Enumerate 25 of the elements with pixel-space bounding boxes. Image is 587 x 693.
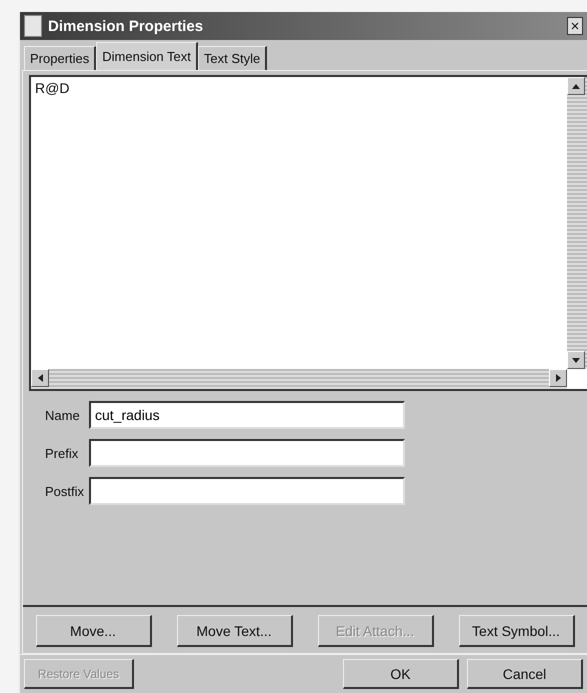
text-field[interactable] [89,477,405,505]
close-button[interactable]: × [567,17,583,35]
field-label: Prefix [45,446,80,460]
dialog-button[interactable]: Move Text... [176,615,292,647]
window-title: Dimension Properties [48,18,204,34]
tab[interactable]: Text Style [198,46,268,70]
text-area[interactable]: R@D [29,75,587,391]
scroll-up-icon[interactable] [567,77,585,95]
field-label: Name [45,408,81,422]
scroll-down-icon[interactable] [567,351,585,369]
dialog-button[interactable]: Text Symbol... [458,615,574,647]
dialog-button[interactable]: Move... [36,615,152,647]
tab[interactable]: Dimension Text [96,42,198,70]
horizontal-scrollbar[interactable] [31,369,567,389]
window-icon [24,15,42,37]
scroll-left-icon[interactable] [31,369,49,387]
text-value: R@D [34,79,70,98]
tab[interactable]: Properties [24,46,96,70]
dialog-button[interactable]: Cancel [467,659,583,689]
text-field[interactable]: cut_radius [89,401,405,429]
field-label: Postfix [45,484,86,498]
text-field[interactable] [89,439,405,467]
dialog-button[interactable]: OK [343,659,459,689]
vertical-scrollbar[interactable] [567,77,587,369]
scroll-right-icon[interactable] [549,369,567,387]
